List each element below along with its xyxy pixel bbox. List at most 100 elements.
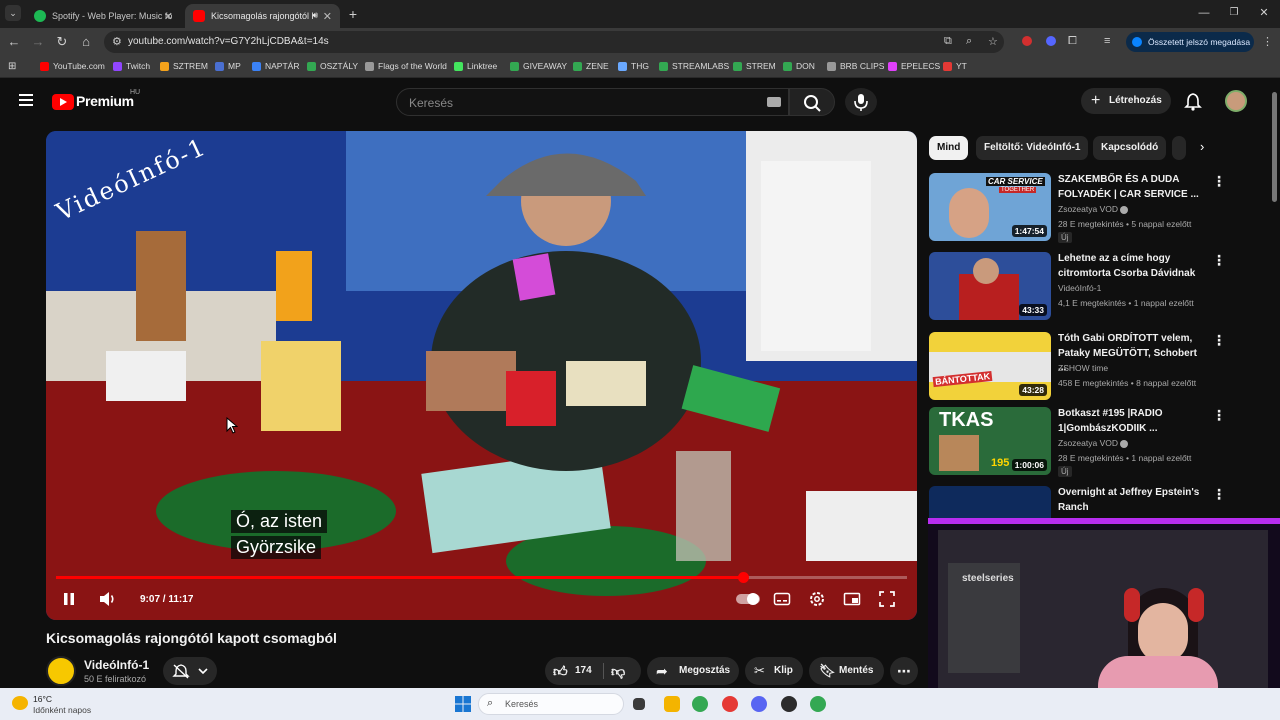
- bookmark-star-icon[interactable]: ☆: [988, 35, 998, 48]
- item-menu-icon[interactable]: ⋮: [1212, 252, 1226, 269]
- volume-button[interactable]: [98, 590, 116, 608]
- bookmark-item[interactable]: Linktree: [454, 61, 497, 71]
- share-button[interactable]: ➦ Megosztás: [647, 657, 739, 685]
- extension-icon[interactable]: [1046, 36, 1056, 46]
- close-tab-icon[interactable]: ✕: [164, 10, 173, 23]
- channel-avatar[interactable]: [46, 656, 76, 686]
- obs-icon[interactable]: [781, 696, 797, 712]
- progress-scrubber[interactable]: [737, 572, 749, 583]
- bookmark-item[interactable]: YT: [943, 61, 967, 71]
- extension-icon[interactable]: [1022, 36, 1032, 46]
- task-view-icon[interactable]: [633, 698, 645, 710]
- bookmark-item[interactable]: STREM: [733, 61, 776, 71]
- recommendation-title[interactable]: Lehetne az a címe hogy citromtorta Csorb…: [1058, 252, 1208, 281]
- progress-bar[interactable]: [56, 572, 907, 583]
- settings-button[interactable]: [808, 590, 826, 608]
- bookmark-item[interactable]: NAPTÁR: [252, 61, 299, 71]
- recommendation-title[interactable]: Overnight at Jeffrey Epstein's Ranch: [1058, 486, 1208, 515]
- bookmark-item[interactable]: OSZTÁLY: [307, 61, 358, 71]
- close-tab-icon[interactable]: ✕: [323, 10, 332, 23]
- cast-icon[interactable]: ⧉: [944, 35, 952, 48]
- recommendation-title[interactable]: SZAKEMBŐR ÉS A DUDA FOLYADÉK | CAR SERVI…: [1058, 173, 1208, 202]
- chevron-right-icon[interactable]: ›: [1200, 139, 1204, 154]
- address-bar[interactable]: ⚙ youtube.com/watch?v=G7Y2hLjCDBA&t=14s …: [104, 31, 1004, 53]
- item-menu-icon[interactable]: ⋮: [1212, 173, 1226, 190]
- bookmark-item[interactable]: Flags of the World: [365, 61, 447, 71]
- chrome-icon[interactable]: [810, 696, 826, 712]
- item-menu-icon[interactable]: ⋮: [1212, 486, 1226, 503]
- tab-search-chevron-icon[interactable]: ⌄: [5, 5, 21, 21]
- bookmark-item[interactable]: GIVEAWAY: [510, 61, 567, 71]
- video-player[interactable]: VideóInfó-1 Ó, az isten Györzsike 9:07 /…: [46, 131, 917, 620]
- bookmark-item[interactable]: DON: [783, 61, 815, 71]
- chip-from-uploader[interactable]: Feltöltő: VideóInfó-1: [976, 136, 1089, 160]
- tab-youtube[interactable]: Kicsomagolás rajongótól ka 🔊︎ ✕: [185, 4, 340, 28]
- new-tab-button[interactable]: +: [345, 6, 361, 22]
- opera-icon[interactable]: [722, 696, 738, 712]
- recommendation-title[interactable]: Botkaszt #195 |RADIO 1|GombászKODIIK ...: [1058, 407, 1208, 436]
- notifications-bell-icon[interactable]: [1184, 92, 1202, 112]
- miniplayer-button[interactable]: [843, 590, 861, 608]
- password-suggest-button[interactable]: Összetett jelszó megadása: [1126, 32, 1254, 52]
- bookmark-item[interactable]: ZENE: [573, 61, 609, 71]
- item-menu-icon[interactable]: ⋮: [1212, 332, 1226, 349]
- home-icon[interactable]: ⌂: [78, 34, 94, 50]
- save-button[interactable]: 🔖︎ Mentés: [809, 657, 884, 685]
- video-thumbnail[interactable]: BÁNTOTTAK 43:28: [929, 332, 1051, 400]
- back-icon[interactable]: ←: [6, 34, 22, 50]
- like-icon[interactable]: 👍︎: [553, 657, 568, 685]
- page-scrollbar[interactable]: [1272, 92, 1277, 202]
- more-actions-button[interactable]: ⋯: [890, 657, 918, 685]
- recommendation-item[interactable]: 43:33 Lehetne az a címe hogy citromtorta…: [929, 252, 1229, 324]
- taskbar-search[interactable]: ⌕ Keresés: [478, 693, 624, 715]
- windows-start-icon[interactable]: [455, 696, 471, 712]
- clip-button[interactable]: ✂ Klip: [745, 657, 803, 685]
- restore-icon[interactable]: ❐: [1226, 5, 1242, 21]
- menu-kebab-icon[interactable]: ⋮: [1262, 35, 1273, 48]
- voice-search-button[interactable]: [845, 88, 877, 116]
- reading-list-icon[interactable]: ≡: [1104, 35, 1110, 47]
- bookmark-item[interactable]: STREAMLABS: [659, 61, 729, 71]
- create-button[interactable]: + Létrehozás: [1081, 88, 1171, 114]
- hamburger-menu-icon[interactable]: [19, 94, 33, 106]
- chip-related[interactable]: Kapcsolódó: [1093, 136, 1167, 160]
- video-thumbnail[interactable]: 43:33: [929, 252, 1051, 320]
- bookmark-item[interactable]: Twitch: [113, 61, 150, 71]
- fullscreen-button[interactable]: [878, 590, 896, 608]
- site-info-icon[interactable]: ⚙: [112, 35, 122, 48]
- video-thumbnail[interactable]: TKAS 195 1:00:06: [929, 407, 1051, 475]
- video-thumbnail[interactable]: [929, 486, 1051, 520]
- bookmark-item[interactable]: THG: [618, 61, 649, 71]
- keyboard-icon[interactable]: [767, 97, 781, 107]
- extensions-puzzle-icon[interactable]: ⧠: [1068, 35, 1077, 48]
- item-menu-icon[interactable]: ⋮: [1212, 407, 1226, 424]
- search-input[interactable]: Keresés: [396, 88, 789, 116]
- reload-icon[interactable]: ↻: [54, 34, 70, 50]
- minimize-icon[interactable]: —: [1196, 5, 1212, 21]
- recommendation-item[interactable]: TKAS 195 1:00:06 Botkaszt #195 |RADIO 1|…: [929, 407, 1229, 479]
- close-window-icon[interactable]: ✕: [1256, 5, 1272, 21]
- subtitles-button[interactable]: [773, 590, 791, 608]
- weather-icon[interactable]: [12, 696, 28, 710]
- chip-all[interactable]: Mind: [929, 136, 969, 160]
- subscribed-notifications-button[interactable]: [163, 657, 217, 685]
- bookmark-item[interactable]: YouTube.com: [40, 61, 105, 71]
- account-avatar[interactable]: [1225, 90, 1247, 112]
- tab-spotify[interactable]: Spotify - Web Player: Music for ✕: [26, 4, 181, 28]
- bookmark-item[interactable]: BRB CLIPS: [827, 61, 884, 71]
- chip-more-partial[interactable]: [1172, 136, 1186, 160]
- video-thumbnail[interactable]: CAR SERVICE TOGETHER 1:47:54: [929, 173, 1051, 241]
- bookmark-item[interactable]: SZTREM: [160, 61, 208, 71]
- pause-button[interactable]: [60, 590, 78, 608]
- dislike-icon[interactable]: 👎︎: [611, 657, 625, 685]
- autoplay-toggle[interactable]: [735, 590, 761, 608]
- bookmark-item[interactable]: MP: [215, 61, 241, 71]
- recommendation-item[interactable]: CAR SERVICE TOGETHER 1:47:54 SZAKEMBŐR É…: [929, 173, 1229, 245]
- chrome-icon[interactable]: [692, 696, 708, 712]
- search-button[interactable]: [789, 88, 835, 116]
- recommendation-item[interactable]: BÁNTOTTAK 43:28 Tóth Gabi ORDÍTOTT velem…: [929, 332, 1229, 404]
- apps-grid-icon[interactable]: ⊞: [8, 61, 16, 72]
- file-explorer-icon[interactable]: [664, 696, 680, 712]
- channel-name[interactable]: VideóInfó-1: [84, 658, 149, 672]
- bookmark-item[interactable]: EPELECS: [888, 61, 940, 71]
